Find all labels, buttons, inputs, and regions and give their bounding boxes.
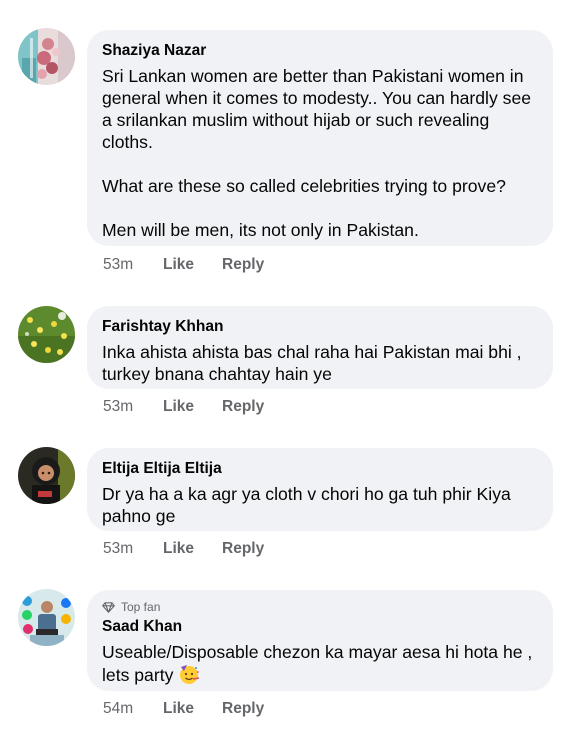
comment-author[interactable]: Eltija Eltija Eltija <box>102 459 537 479</box>
comment-paragraph: Inka ahista ahista bas chal raha hai Pak… <box>102 342 522 384</box>
reply-button[interactable]: Reply <box>222 540 264 558</box>
avatar[interactable] <box>18 447 75 504</box>
comment-paragraph-text: Useable/Disposable chezon ka mayar aesa … <box>102 642 533 685</box>
comment-text: Inka ahista ahista bas chal raha hai Pak… <box>102 341 537 385</box>
comment-text: Useable/Disposable chezon ka mayar aesa … <box>102 641 537 690</box>
comment-bubble: Top fan Saad Khan Useable/Disposable che… <box>87 590 553 691</box>
comment-paragraph: What are these so called celebrities try… <box>102 176 506 196</box>
reply-button[interactable]: Reply <box>222 256 264 274</box>
comment-author[interactable]: Saad Khan <box>102 617 537 637</box>
like-button[interactable]: Like <box>163 398 222 416</box>
avatar[interactable] <box>18 589 75 646</box>
like-button[interactable]: Like <box>163 256 222 274</box>
comment-timestamp[interactable]: 53m <box>103 256 163 274</box>
avatar[interactable] <box>18 306 75 363</box>
diamond-icon <box>102 601 115 613</box>
comment-timestamp[interactable]: 53m <box>103 540 163 558</box>
comment-bubble: Shaziya Nazar Sri Lankan women are bette… <box>87 30 553 246</box>
comment-text: Dr ya ha a ka agr ya cloth v chori ho ga… <box>102 483 537 527</box>
badge-label: Top fan <box>121 600 161 614</box>
like-button[interactable]: Like <box>163 540 222 558</box>
comment-actions: 53m Like Reply <box>103 540 264 558</box>
comment-paragraph: Dr ya ha a ka agr ya cloth v chori ho ga… <box>102 484 511 526</box>
comment-bubble: Eltija Eltija Eltija Dr ya ha a ka agr y… <box>87 448 553 531</box>
partying-face-emoji <box>178 663 200 690</box>
avatar[interactable] <box>18 28 75 85</box>
comment-author[interactable]: Shaziya Nazar <box>102 41 537 61</box>
comment-paragraph: Useable/Disposable chezon ka mayar aesa … <box>102 641 537 690</box>
comment-paragraph: Sri Lankan women are better than Pakista… <box>102 66 532 152</box>
comment-actions: 53m Like Reply <box>103 398 264 416</box>
comment-actions: 53m Like Reply <box>103 256 264 274</box>
comment-text: Sri Lankan women are better than Pakista… <box>102 65 537 241</box>
like-button[interactable]: Like <box>163 700 222 718</box>
comment-paragraph: Men will be men, its not only in Pakista… <box>102 220 419 240</box>
comment-bubble: Farishtay Khhan Inka ahista ahista bas c… <box>87 306 553 389</box>
comment-timestamp[interactable]: 53m <box>103 398 163 416</box>
reply-button[interactable]: Reply <box>222 700 264 718</box>
comment-author[interactable]: Farishtay Khhan <box>102 317 537 337</box>
comment-actions: 54m Like Reply <box>103 700 264 718</box>
reply-button[interactable]: Reply <box>222 398 264 416</box>
top-fan-badge: Top fan <box>102 599 537 615</box>
comment-timestamp[interactable]: 54m <box>103 700 163 718</box>
